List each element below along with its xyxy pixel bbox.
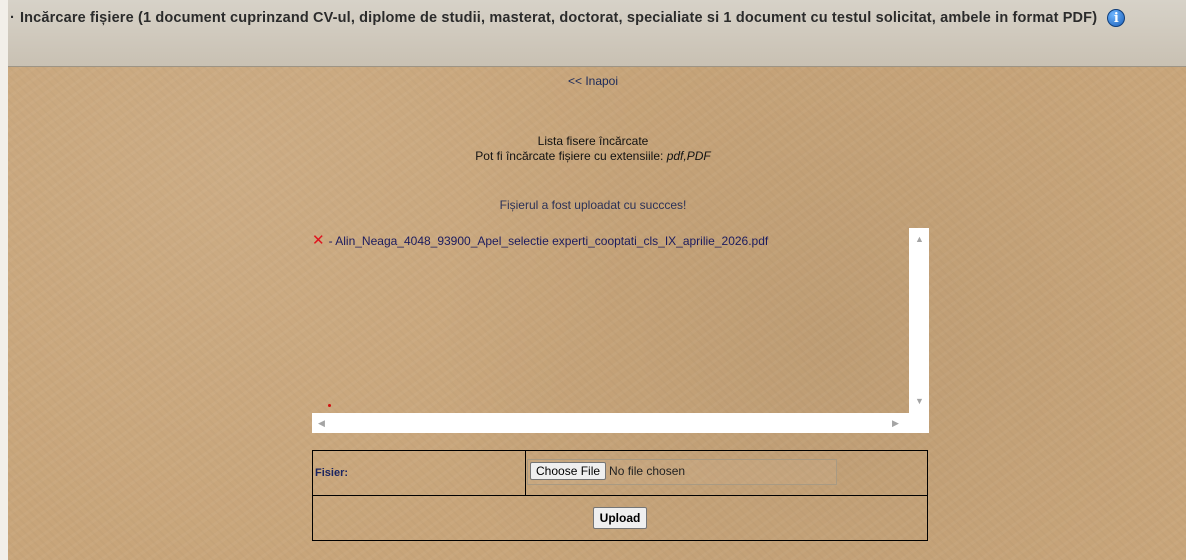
- uploaded-list-title: Lista fisere încărcate: [537, 134, 649, 148]
- upload-info: Lista fisere încărcate Pot fi încărcate …: [0, 134, 1186, 164]
- scroll-up-icon[interactable]: ▲: [915, 234, 924, 244]
- section-header: · Incărcare fișiere (1 document cuprinza…: [8, 0, 1186, 67]
- upload-button[interactable]: Upload: [592, 507, 648, 529]
- list-item: ✕ - Alin_Neaga_4048_93900_Apel_selectie e…: [312, 231, 768, 249]
- horizontal-scrollbar[interactable]: ◀ ▶: [312, 413, 929, 433]
- file-input[interactable]: Choose File No file chosen: [527, 459, 837, 485]
- file-name[interactable]: - Alin_Neaga_4048_93900_Apel_selectie ex…: [329, 234, 769, 248]
- upload-form: Fisier: Choose File No file chosen Upload: [312, 450, 928, 541]
- extensions-value: pdf,PDF: [666, 149, 711, 163]
- extensions-label: Pot fi încărcate fișiere cu extensiile:: [475, 149, 664, 163]
- upload-cell: Upload: [312, 495, 928, 541]
- choose-file-button[interactable]: Choose File: [530, 462, 607, 480]
- scroll-right-icon[interactable]: ▶: [892, 418, 899, 428]
- uploaded-files-list: ✕ - Alin_Neaga_4048_93900_Apel_selectie e…: [312, 228, 909, 413]
- scroll-left-icon[interactable]: ◀: [318, 418, 325, 428]
- back-link[interactable]: << Inapoi: [0, 74, 1186, 88]
- success-message: Fișierul a fost uploadat cu succces!: [499, 198, 687, 212]
- scroll-down-icon[interactable]: ▼: [915, 396, 924, 406]
- uploaded-files-box[interactable]: ✕ - Alin_Neaga_4048_93900_Apel_selectie e…: [312, 228, 929, 433]
- no-file-chosen-text: No file chosen: [609, 464, 686, 478]
- info-icon[interactable]: i: [1107, 9, 1126, 28]
- file-field-cell: Choose File No file chosen: [525, 450, 928, 496]
- vertical-scrollbar[interactable]: ▲ ▼: [909, 228, 929, 413]
- delete-icon[interactable]: ✕: [312, 231, 325, 249]
- section-title-text: Incărcare fișiere (1 document cuprinzand…: [20, 10, 1098, 26]
- allowed-extensions: Pot fi încărcate fișiere cu extensiile: …: [0, 149, 1186, 164]
- file-field-label: Fisier:: [312, 450, 526, 496]
- bullet: ·: [10, 10, 15, 26]
- section-title: · Incărcare fișiere (1 document cuprinza…: [10, 8, 1170, 28]
- red-dot: [328, 404, 331, 407]
